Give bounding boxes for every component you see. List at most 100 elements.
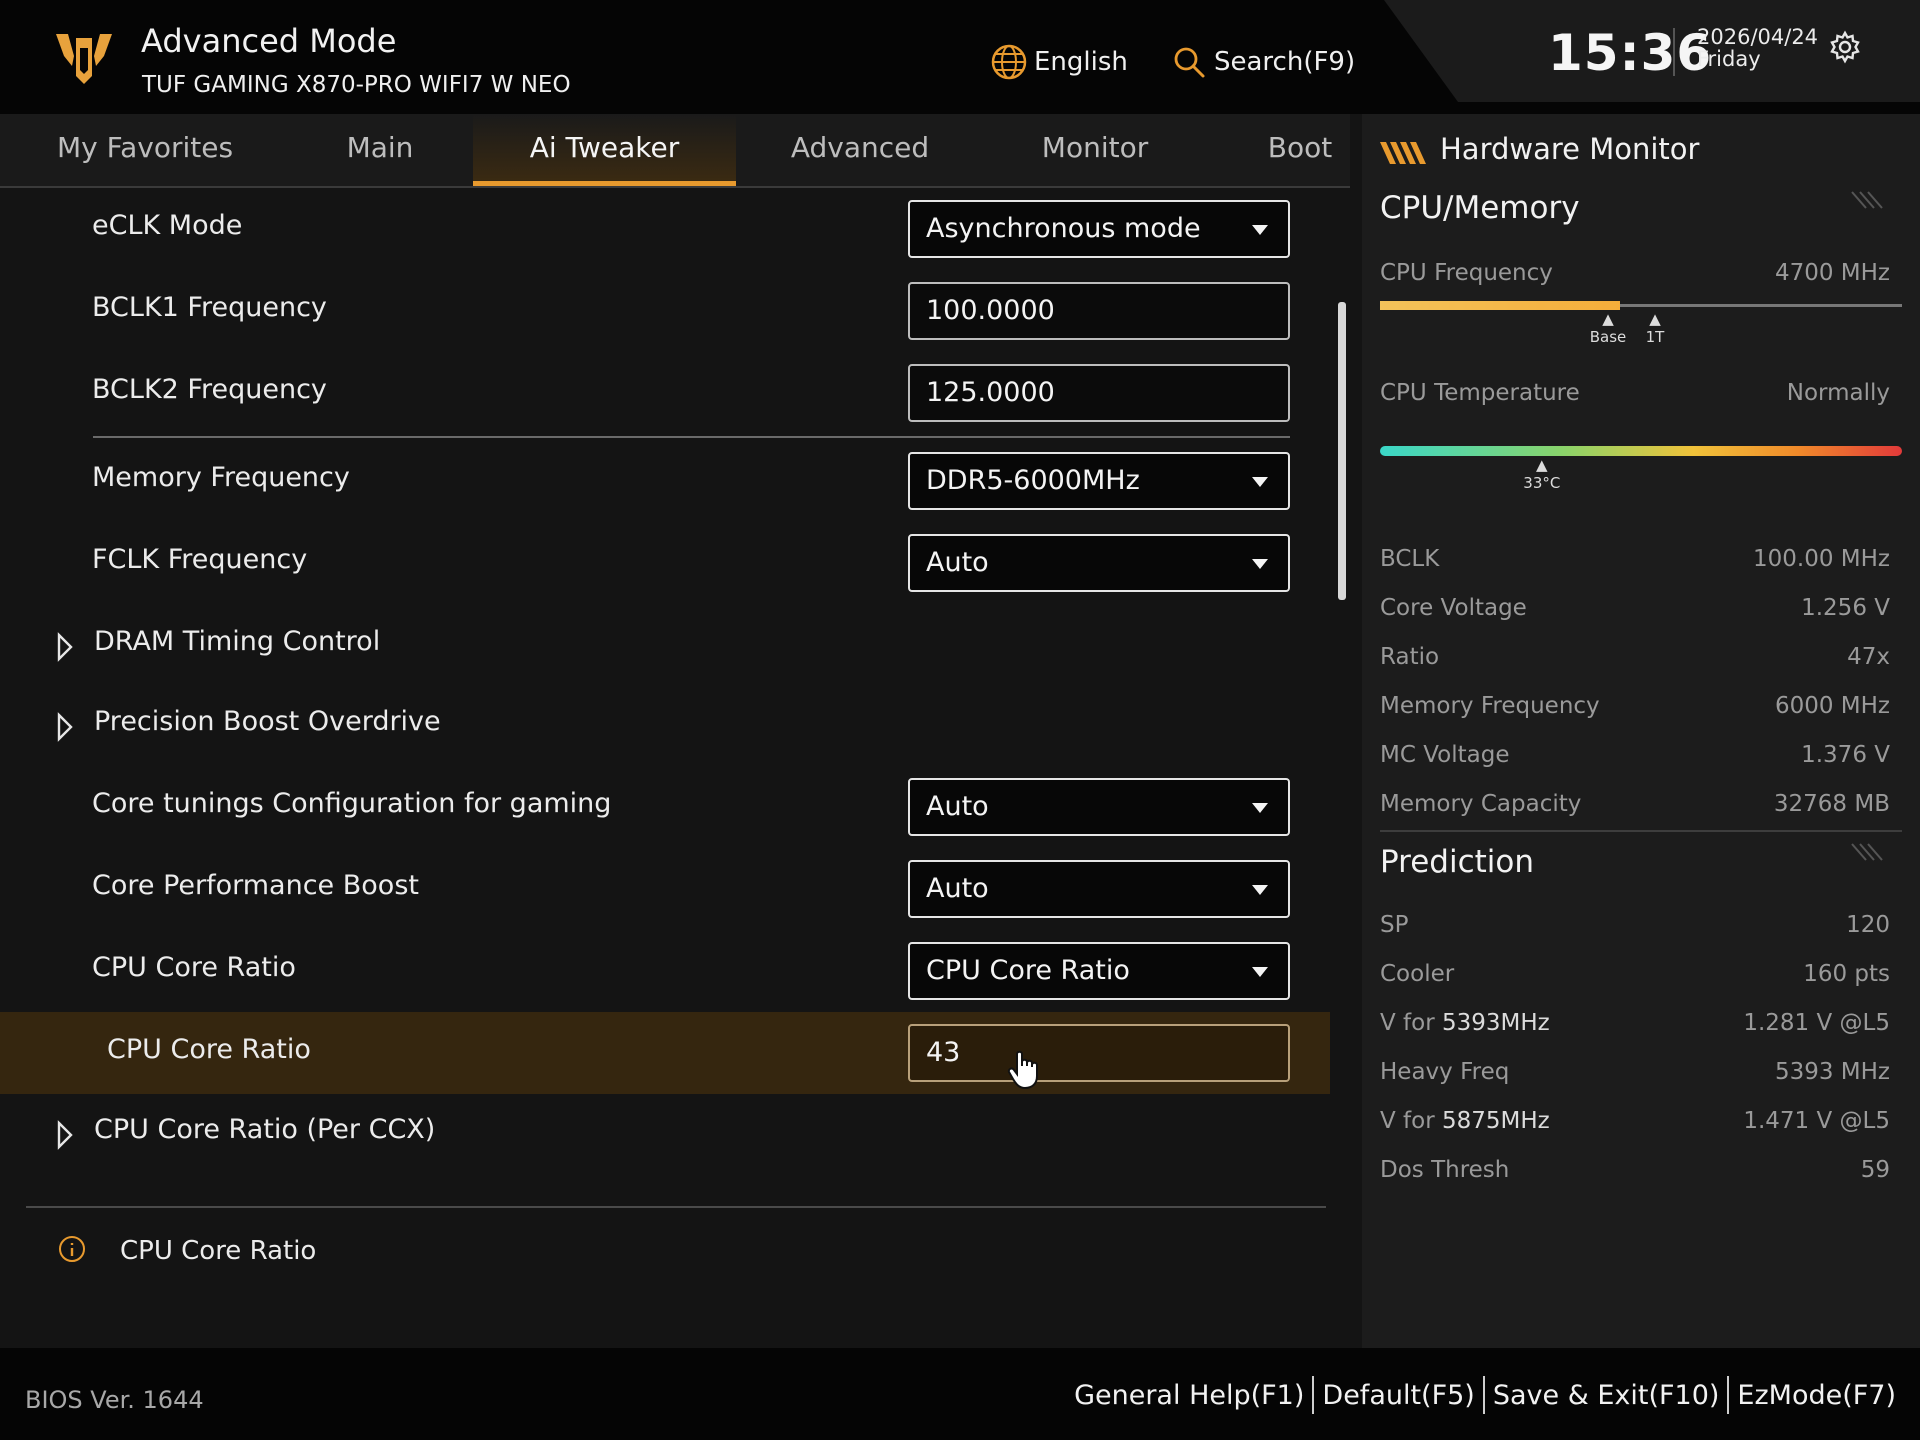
tab-ai-tweaker[interactable]: Ai Tweaker	[473, 114, 736, 186]
bclk-label: BCLK	[1380, 546, 1440, 572]
base-label: Base	[1589, 328, 1627, 346]
tab-monitor[interactable]: Monitor	[1010, 114, 1180, 186]
cpu-memory-title: CPU/Memory	[1380, 190, 1580, 226]
cpu-core-ratio-input[interactable]: 43	[908, 1024, 1290, 1082]
core-voltage-label: Core Voltage	[1380, 595, 1527, 621]
tuf-logo	[56, 34, 112, 84]
label-prefix: V for	[1380, 1108, 1442, 1134]
footer-actions: General Help(F1) Default(F5) Save & Exit…	[1066, 1376, 1904, 1414]
ezmode-button[interactable]: EzMode(F7)	[1729, 1380, 1904, 1411]
submenu-cpu-core-ratio-per-ccx[interactable]: CPU Core Ratio (Per CCX)	[0, 1092, 1330, 1174]
eclk-mode-dropdown[interactable]: Asynchronous mode	[908, 200, 1290, 258]
footer-bar: BIOS Ver. 1644 General Help(F1) Default(…	[0, 1348, 1920, 1440]
bclk1-frequency-input[interactable]: 100.0000	[908, 282, 1290, 340]
one-t-label: 1T	[1645, 328, 1665, 346]
cpu-frequency-bar	[1380, 301, 1621, 310]
section-decoration-icon	[1851, 843, 1883, 861]
caret-down-icon	[1252, 967, 1268, 977]
gear-icon[interactable]	[1828, 30, 1862, 64]
setting-label: Core tunings Configuration for gaming	[92, 788, 612, 819]
dropdown-value: Auto	[926, 791, 989, 822]
expand-arrow-icon	[57, 632, 73, 662]
help-description: CPU Core Ratio	[120, 1236, 317, 1266]
v-for-5393-label: V for 5393MHz	[1380, 1010, 1550, 1036]
dropdown-value: CPU Core Ratio	[926, 955, 1130, 986]
ratio-value: 47x	[1847, 644, 1890, 670]
stripes-icon	[1380, 142, 1426, 164]
heavy-freq-label: Heavy Freq	[1380, 1059, 1510, 1085]
setting-row-cpu-core-ratio-selected: CPU Core Ratio 43	[0, 1012, 1330, 1094]
setting-row-cpu-core-ratio-mode: CPU Core Ratio CPU Core Ratio	[0, 930, 1330, 1012]
search-label: Search(F9)	[1214, 47, 1356, 77]
tab-boot[interactable]: Boot	[1250, 114, 1350, 186]
submenu-label: DRAM Timing Control	[94, 626, 381, 657]
dos-thresh-label: Dos Thresh	[1380, 1157, 1510, 1183]
bclk2-frequency-input[interactable]: 125.0000	[908, 364, 1290, 422]
dos-thresh-value: 59	[1860, 1157, 1890, 1183]
cpu-temperature-bar	[1380, 446, 1902, 456]
info-icon	[59, 1236, 85, 1262]
submenu-precision-boost-overdrive[interactable]: Precision Boost Overdrive	[0, 684, 1330, 766]
v-for-5875-value: 1.471 V @L5	[1743, 1108, 1890, 1134]
default-button[interactable]: Default(F5)	[1314, 1380, 1482, 1411]
temperature-marker: ▲ 33°C	[1512, 456, 1572, 492]
caret-down-icon	[1252, 559, 1268, 569]
sp-label: SP	[1380, 912, 1409, 938]
search-button[interactable]: Search(F9)	[1172, 42, 1355, 82]
memory-frequency-label: Memory Frequency	[1380, 693, 1600, 719]
memory-frequency-dropdown[interactable]: DDR5-6000MHz	[908, 452, 1290, 510]
setting-label: BCLK1 Frequency	[92, 292, 327, 323]
board-name: TUF GAMING X870-PRO WIFI7 W NEO	[142, 72, 571, 98]
heavy-freq-value: 5393 MHz	[1774, 1059, 1890, 1085]
top-bar: Advanced Mode TUF GAMING X870-PRO WIFI7 …	[0, 0, 1920, 114]
marker-arrow-icon: ▲	[1602, 310, 1614, 328]
prediction-title: Prediction	[1380, 844, 1535, 880]
clock-divider	[1673, 28, 1675, 76]
core-performance-boost-dropdown[interactable]: Auto	[908, 860, 1290, 918]
v-for-5875-label: V for 5875MHz	[1380, 1108, 1550, 1134]
fclk-frequency-dropdown[interactable]: Auto	[908, 534, 1290, 592]
submenu-label: CPU Core Ratio (Per CCX)	[94, 1114, 436, 1145]
hardware-monitor-title: Hardware Monitor	[1440, 132, 1700, 166]
temperature-reading: 33°C	[1523, 474, 1561, 492]
memory-capacity-value: 32768 MB	[1773, 791, 1890, 817]
setting-label: eCLK Mode	[92, 210, 243, 241]
help-divider	[26, 1206, 1326, 1208]
section-divider	[93, 436, 1290, 438]
v-for-5393-value: 1.281 V @L5	[1743, 1010, 1890, 1036]
submenu-dram-timing-control[interactable]: DRAM Timing Control	[0, 604, 1330, 686]
setting-label: CPU Core Ratio	[107, 1034, 311, 1065]
tab-advanced[interactable]: Advanced	[770, 114, 950, 186]
setting-label: FCLK Frequency	[92, 544, 308, 575]
caret-down-icon	[1252, 885, 1268, 895]
general-help-button[interactable]: General Help(F1)	[1066, 1380, 1312, 1411]
weekday: Friday	[1697, 47, 1761, 71]
memory-capacity-label: Memory Capacity	[1380, 791, 1582, 817]
sp-value: 120	[1846, 912, 1890, 938]
tab-my-favorites[interactable]: My Favorites	[40, 114, 250, 186]
marker-arrow-icon: ▲	[1536, 456, 1548, 474]
cpu-frequency-label: CPU Frequency	[1380, 260, 1553, 286]
cpu-core-ratio-dropdown[interactable]: CPU Core Ratio	[908, 942, 1290, 1000]
setting-row-memory-frequency: Memory Frequency DDR5-6000MHz	[0, 440, 1330, 522]
one-t-marker: ▲ 1T	[1638, 310, 1672, 346]
dropdown-value: Auto	[926, 547, 989, 578]
hardware-monitor-panel: Hardware Monitor CPU/Memory CPU Frequenc…	[1362, 114, 1920, 1348]
date-block: 2026/04/24 Friday	[1697, 26, 1818, 70]
bclk-value: 100.00 MHz	[1752, 546, 1890, 572]
label-frequency: 5393MHz	[1441, 1010, 1550, 1036]
caret-down-icon	[1252, 803, 1268, 813]
language-label: English	[1034, 47, 1128, 77]
save-exit-button[interactable]: Save & Exit(F10)	[1485, 1380, 1728, 1411]
core-tunings-dropdown[interactable]: Auto	[908, 778, 1290, 836]
scrollbar[interactable]	[1338, 302, 1346, 600]
tab-main[interactable]: Main	[300, 114, 460, 186]
cpu-frequency-value: 4700 MHz	[1774, 260, 1890, 286]
label-frequency: 5875MHz	[1441, 1108, 1550, 1134]
memory-frequency-value: 6000 MHz	[1774, 693, 1890, 719]
setting-label: CPU Core Ratio	[92, 952, 296, 983]
search-icon	[1174, 47, 1205, 78]
caret-down-icon	[1252, 225, 1268, 235]
hand-cursor-icon	[1007, 1050, 1038, 1090]
language-selector[interactable]: English	[990, 42, 1128, 82]
